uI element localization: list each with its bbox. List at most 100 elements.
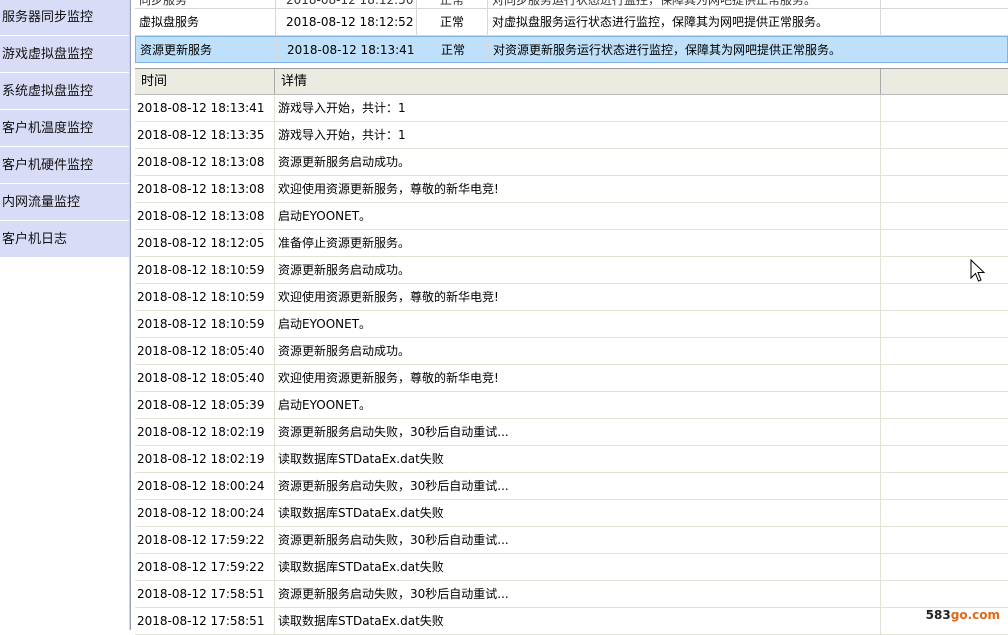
- log-time: 2018-08-12 17:59:22: [135, 527, 275, 553]
- table-row[interactable]: 虚拟盘服务 2018-08-12 18:12:52 正常 对虚拟盘服务运行状态进…: [135, 9, 1008, 36]
- log-time: 2018-08-12 18:13:08: [135, 176, 275, 202]
- log-table: 时间 详情 2018-08-12 18:13:41 游戏导入开始，共计：1 2018…: [135, 68, 1008, 635]
- log-detail: 资源更新服务启动失败，30秒后自动重试...: [275, 473, 881, 499]
- log-detail: 资源更新服务启动成功。: [275, 149, 881, 175]
- empty-cell: [881, 554, 1008, 580]
- empty-cell: [881, 365, 1008, 391]
- empty-cell: [881, 95, 1008, 121]
- sidebar-item-lan-traffic[interactable]: 内网流量监控: [0, 184, 129, 221]
- log-detail: 资源更新服务启动成功。: [275, 257, 881, 283]
- log-detail: 启动EYOONET。: [275, 392, 881, 418]
- table-row[interactable]: 2018-08-12 18:10:59 启动EYOONET。: [135, 311, 1008, 338]
- log-detail: 读取数据库STDataEx.dat失败: [275, 608, 881, 634]
- log-time: 2018-08-12 18:10:59: [135, 284, 275, 310]
- table-row[interactable]: 2018-08-12 17:58:51 资源更新服务启动失败，30秒后自动重试..…: [135, 581, 1008, 608]
- log-time: 2018-08-12 18:13:08: [135, 149, 275, 175]
- service-time: 2018-08-12 18:13:41: [277, 37, 418, 62]
- table-row[interactable]: 2018-08-12 18:02:19 读取数据库STDataEx.dat失败: [135, 446, 1008, 473]
- table-row[interactable]: 2018-08-12 18:13:08 欢迎使用资源更新服务，尊敬的新华电竞!: [135, 176, 1008, 203]
- empty-cell: [882, 37, 1007, 62]
- sidebar-item-system-vdisk[interactable]: 系统虚拟盘监控: [0, 73, 129, 110]
- table-row[interactable]: 2018-08-12 18:02:19 资源更新服务启动失败，30秒后自动重试..…: [135, 419, 1008, 446]
- service-desc: 对资源更新服务运行状态进行监控，保障其为网吧提供正常服务。: [489, 37, 882, 62]
- table-row[interactable]: 2018-08-12 18:00:24 资源更新服务启动失败，30秒后自动重试..…: [135, 473, 1008, 500]
- service-status: 正常: [417, 9, 488, 35]
- empty-cell: [881, 581, 1008, 607]
- empty-cell: [881, 0, 1008, 8]
- log-detail: 资源更新服务启动成功。: [275, 338, 881, 364]
- column-header-empty: [881, 69, 1008, 94]
- empty-cell: [881, 176, 1008, 202]
- log-detail: 读取数据库STDataEx.dat失败: [275, 500, 881, 526]
- table-row[interactable]: 同步服务 2018-08-12 18:12:50 正常 对同步服务运行状态进行监…: [135, 0, 1008, 9]
- service-status: 正常: [418, 37, 489, 62]
- log-detail: 启动EYOONET。: [275, 311, 881, 337]
- log-detail: 读取数据库STDataEx.dat失败: [275, 446, 881, 472]
- log-table-header: 时间 详情: [135, 69, 1008, 95]
- empty-cell: [881, 338, 1008, 364]
- table-row[interactable]: 2018-08-12 18:12:05 准备停止资源更新服务。: [135, 230, 1008, 257]
- log-time: 2018-08-12 18:13:35: [135, 122, 275, 148]
- service-time: 2018-08-12 18:12:50: [276, 0, 417, 8]
- sidebar-item-client-temperature[interactable]: 客户机温度监控: [0, 110, 129, 147]
- log-detail: 欢迎使用资源更新服务，尊敬的新华电竞!: [275, 176, 881, 202]
- table-row[interactable]: 2018-08-12 18:10:59 资源更新服务启动成功。: [135, 257, 1008, 284]
- empty-cell: [881, 203, 1008, 229]
- service-status: 正常: [417, 0, 488, 8]
- table-row[interactable]: 2018-08-12 18:05:40 资源更新服务启动成功。: [135, 338, 1008, 365]
- log-table-body: 2018-08-12 18:13:41 游戏导入开始，共计：1 2018-08-12…: [135, 95, 1008, 635]
- log-detail: 读取数据库STDataEx.dat失败: [275, 554, 881, 580]
- service-name: 同步服务: [135, 0, 276, 8]
- empty-cell: [881, 473, 1008, 499]
- service-name: 虚拟盘服务: [135, 9, 276, 35]
- service-desc: 对虚拟盘服务运行状态进行监控，保障其为网吧提供正常服务。: [488, 9, 881, 35]
- log-time: 2018-08-12 18:00:24: [135, 473, 275, 499]
- log-detail: 游戏导入开始，共计：1: [275, 122, 881, 148]
- table-row[interactable]: 2018-08-12 18:13:35 游戏导入开始，共计：1: [135, 122, 1008, 149]
- table-row[interactable]: 2018-08-12 17:59:22 资源更新服务启动失败，30秒后自动重试..…: [135, 527, 1008, 554]
- service-time: 2018-08-12 18:12:52: [276, 9, 417, 35]
- empty-cell: [881, 257, 1008, 283]
- service-desc: 对同步服务运行状态进行监控，保障其为网吧提供正常服务。: [488, 0, 881, 8]
- empty-cell: [881, 149, 1008, 175]
- sidebar-item-client-log[interactable]: 客户机日志: [0, 221, 129, 258]
- table-row[interactable]: 2018-08-12 18:13:41 游戏导入开始，共计：1: [135, 95, 1008, 122]
- table-row[interactable]: 2018-08-12 17:59:22 读取数据库STDataEx.dat失败: [135, 554, 1008, 581]
- table-row[interactable]: 2018-08-12 18:05:40 欢迎使用资源更新服务，尊敬的新华电竞!: [135, 365, 1008, 392]
- sidebar-item-game-vdisk[interactable]: 游戏虚拟盘监控: [0, 36, 129, 73]
- service-name: 资源更新服务: [136, 37, 277, 62]
- log-time: 2018-08-12 18:12:05: [135, 230, 275, 256]
- log-detail: 资源更新服务启动失败，30秒后自动重试...: [275, 419, 881, 445]
- empty-cell: [881, 527, 1008, 553]
- log-detail: 欢迎使用资源更新服务，尊敬的新华电竞!: [275, 284, 881, 310]
- log-time: 2018-08-12 18:02:19: [135, 446, 275, 472]
- table-row[interactable]: 2018-08-12 18:05:39 启动EYOONET。: [135, 392, 1008, 419]
- empty-cell: [881, 392, 1008, 418]
- table-row[interactable]: 2018-08-12 18:10:59 欢迎使用资源更新服务，尊敬的新华电竞!: [135, 284, 1008, 311]
- table-row[interactable]: 2018-08-12 18:13:08 启动EYOONET。: [135, 203, 1008, 230]
- log-time: 2018-08-12 18:13:08: [135, 203, 275, 229]
- table-row-selected[interactable]: 资源更新服务 2018-08-12 18:13:41 正常 对资源更新服务运行状…: [135, 36, 1008, 63]
- log-time: 2018-08-12 18:05:40: [135, 365, 275, 391]
- sidebar-item-server-sync[interactable]: 服务器同步监控: [0, 0, 129, 36]
- watermark-domain: go.com: [950, 608, 1000, 622]
- empty-cell: [881, 311, 1008, 337]
- empty-cell: [881, 446, 1008, 472]
- log-time: 2018-08-12 18:05:40: [135, 338, 275, 364]
- log-time: 2018-08-12 17:59:22: [135, 554, 275, 580]
- log-time: 2018-08-12 18:10:59: [135, 311, 275, 337]
- log-time: 2018-08-12 17:58:51: [135, 581, 275, 607]
- column-header-detail[interactable]: 详情: [275, 69, 881, 94]
- log-detail: 启动EYOONET。: [275, 203, 881, 229]
- empty-cell: [881, 419, 1008, 445]
- table-row[interactable]: 2018-08-12 18:00:24 读取数据库STDataEx.dat失败: [135, 500, 1008, 527]
- log-time: 2018-08-12 17:58:51: [135, 608, 275, 634]
- sidebar: 服务器同步监控 游戏虚拟盘监控 系统虚拟盘监控 客户机温度监控 客户机硬件监控 …: [0, 0, 130, 630]
- table-row[interactable]: 2018-08-12 18:13:08 资源更新服务启动成功。: [135, 149, 1008, 176]
- empty-cell: [881, 122, 1008, 148]
- sidebar-item-client-hardware[interactable]: 客户机硬件监控: [0, 147, 129, 184]
- log-time: 2018-08-12 18:13:41: [135, 95, 275, 121]
- column-header-time[interactable]: 时间: [135, 69, 275, 94]
- table-row[interactable]: 2018-08-12 17:58:51 读取数据库STDataEx.dat失败: [135, 608, 1008, 635]
- log-detail: 准备停止资源更新服务。: [275, 230, 881, 256]
